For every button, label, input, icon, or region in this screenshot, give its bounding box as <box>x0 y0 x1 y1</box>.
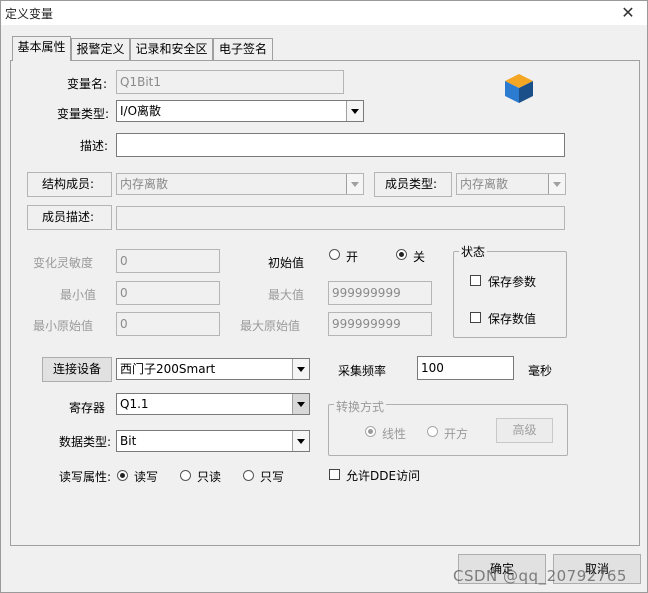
freq-input[interactable]: 100 <box>417 356 514 380</box>
linear-radio <box>365 426 376 437</box>
register-label: 寄存器 <box>69 401 106 415</box>
rw-readwrite-radio[interactable] <box>117 470 128 481</box>
connect-device-button[interactable]: 连接设备 <box>42 357 112 382</box>
initial-off-radio[interactable] <box>396 249 407 260</box>
sensitivity-label: 变化灵敏度 <box>33 256 94 270</box>
chevron-down-icon <box>346 174 363 194</box>
save-params-checkbox[interactable] <box>470 275 481 286</box>
min-raw-label: 最小原始值 <box>33 319 94 333</box>
max-label: 最大值 <box>268 288 305 302</box>
sensitivity-field: 0 <box>116 249 220 273</box>
rw-writeonly-radio[interactable] <box>243 470 254 481</box>
chevron-down-icon[interactable] <box>292 394 309 414</box>
rw-readonly-label: 只读 <box>197 470 222 484</box>
initial-on-label: 开 <box>346 250 359 264</box>
chevron-down-icon[interactable] <box>292 431 309 451</box>
initial-label: 初始值 <box>268 256 305 270</box>
cube-icon <box>503 72 535 104</box>
member-type-value: 内存离散 <box>460 177 509 191</box>
var-type-value: I/O离散 <box>120 104 162 118</box>
define-variable-dialog: 定义变量 ✕ 基本属性 报警定义 记录和安全区 电子签名 变量名: Q1Bit1… <box>0 0 648 593</box>
rw-readonly-radio[interactable] <box>180 470 191 481</box>
desc-input[interactable] <box>116 133 565 157</box>
freq-label: 采集频率 <box>338 364 387 378</box>
max-raw-label: 最大原始值 <box>240 319 301 333</box>
sqrt-radio <box>427 426 438 437</box>
struct-member-label: 结构成员: <box>27 172 112 197</box>
state-group-title: 状态 <box>459 243 488 260</box>
freq-unit: 毫秒 <box>528 364 553 378</box>
save-value-checkbox[interactable] <box>470 312 481 323</box>
struct-member-select: 内存离散 <box>116 173 364 195</box>
save-value-label: 保存数值 <box>488 312 537 326</box>
initial-off-label: 关 <box>413 250 426 264</box>
tab-e-signature[interactable]: 电子签名 <box>213 38 273 60</box>
tab-record-security[interactable]: 记录和安全区 <box>130 38 213 60</box>
chevron-down-icon[interactable] <box>292 359 309 379</box>
initial-on-radio[interactable] <box>329 249 340 260</box>
member-type-select: 内存离散 <box>456 173 566 195</box>
linear-label: 线性 <box>382 427 407 441</box>
advanced-button: 高级 <box>496 418 553 443</box>
data-type-value: Bit <box>120 434 137 448</box>
watermark: CSDN @qq_20792765 <box>453 567 627 585</box>
convert-group-title: 转换方式 <box>334 398 387 415</box>
var-type-label: 变量类型: <box>57 107 110 121</box>
data-type-select[interactable]: Bit <box>116 430 310 452</box>
sqrt-label: 开方 <box>444 427 469 441</box>
save-params-label: 保存参数 <box>488 275 537 289</box>
min-label: 最小值 <box>60 288 97 302</box>
var-name-field[interactable]: Q1Bit1 <box>116 70 344 94</box>
var-type-select[interactable]: I/O离散 <box>116 100 364 122</box>
member-type-label: 成员类型: <box>374 172 452 197</box>
var-name-label: 变量名: <box>67 77 108 91</box>
max-field: 999999999 <box>328 281 432 305</box>
device-value: 西门子200Smart <box>120 362 216 376</box>
dde-label: 允许DDE访问 <box>346 469 421 483</box>
desc-label: 描述: <box>80 139 109 153</box>
max-raw-field: 999999999 <box>328 312 432 336</box>
dde-checkbox[interactable] <box>329 469 340 480</box>
register-value: Q1.1 <box>120 397 149 411</box>
chevron-down-icon <box>548 174 565 194</box>
min-raw-field: 0 <box>116 312 220 336</box>
title-bar: 定义变量 ✕ <box>1 1 647 25</box>
chevron-down-icon[interactable] <box>346 101 363 121</box>
rw-writeonly-label: 只写 <box>260 470 285 484</box>
tab-basic-properties[interactable]: 基本属性 <box>12 36 71 61</box>
rw-label: 读写属性: <box>59 470 112 484</box>
rw-readwrite-label: 读写 <box>134 470 159 484</box>
close-icon[interactable]: ✕ <box>619 4 637 22</box>
member-desc-label: 成员描述: <box>27 205 112 230</box>
min-field: 0 <box>116 281 220 305</box>
window-title: 定义变量 <box>5 7 54 21</box>
data-type-label: 数据类型: <box>59 435 112 449</box>
member-desc-field <box>116 206 565 230</box>
register-select[interactable]: Q1.1 <box>116 393 310 415</box>
tab-alarm-definition[interactable]: 报警定义 <box>71 38 130 60</box>
device-select[interactable]: 西门子200Smart <box>116 358 310 380</box>
struct-member-value: 内存离散 <box>120 177 169 191</box>
